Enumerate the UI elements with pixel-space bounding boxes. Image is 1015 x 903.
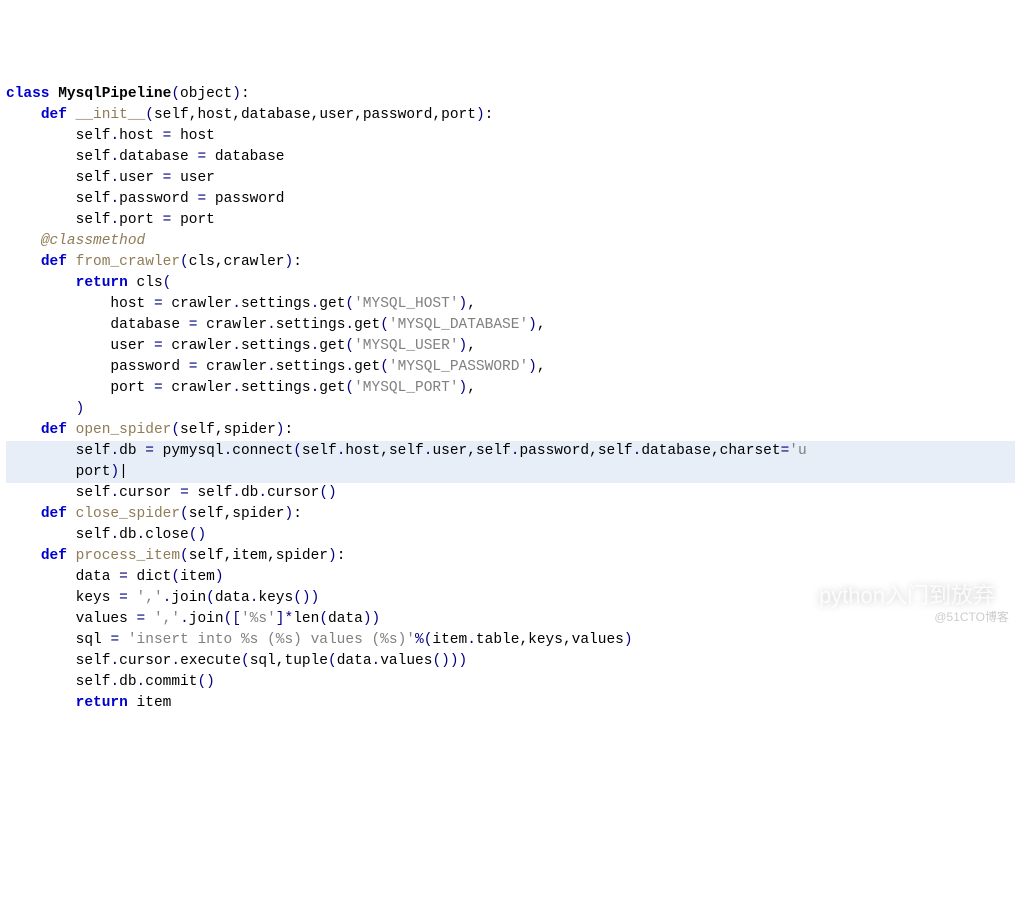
code-line: def __init__(self,host,database,user,pas…	[6, 105, 1015, 126]
code-line: def process_item(self,item,spider):	[6, 546, 1015, 567]
code-line: @classmethod	[6, 231, 1015, 252]
code-line: self.cursor = self.db.cursor()	[6, 483, 1015, 504]
code-line: def open_spider(self,spider):	[6, 420, 1015, 441]
code-line: host = crawler.settings.get('MYSQL_HOST'…	[6, 294, 1015, 315]
code-line: self.port = port	[6, 210, 1015, 231]
code-line: self.password = password	[6, 189, 1015, 210]
code-line: self.user = user	[6, 168, 1015, 189]
code-line: password = crawler.settings.get('MYSQL_P…	[6, 357, 1015, 378]
code-line: def close_spider(self,spider):	[6, 504, 1015, 525]
code-line: return item	[6, 693, 1015, 714]
code-line: self.db.commit()	[6, 672, 1015, 693]
code-line: port)|	[6, 462, 1015, 483]
code-line: return cls(	[6, 273, 1015, 294]
code-line: def from_crawler(cls,crawler):	[6, 252, 1015, 273]
code-line: self.host = host	[6, 126, 1015, 147]
code-line: sql = 'insert into %s (%s) values (%s)'%…	[6, 630, 1015, 651]
code-line: data = dict(item)	[6, 567, 1015, 588]
code-line: user = crawler.settings.get('MYSQL_USER'…	[6, 336, 1015, 357]
code-line: self.db.close()	[6, 525, 1015, 546]
code-line: )	[6, 399, 1015, 420]
code-line: self.cursor.execute(sql,tuple(data.value…	[6, 651, 1015, 672]
code-line: self.database = database	[6, 147, 1015, 168]
code-line: database = crawler.settings.get('MYSQL_D…	[6, 315, 1015, 336]
code-line: keys = ','.join(data.keys())	[6, 588, 1015, 609]
code-line: values = ','.join(['%s']*len(data))	[6, 609, 1015, 630]
code-area: class MysqlPipeline(object): def __init_…	[0, 84, 1015, 714]
code-line: self.db = pymysql.connect(self.host,self…	[6, 441, 1015, 462]
code-line: port = crawler.settings.get('MYSQL_PORT'…	[6, 378, 1015, 399]
code-line: class MysqlPipeline(object):	[6, 84, 1015, 105]
